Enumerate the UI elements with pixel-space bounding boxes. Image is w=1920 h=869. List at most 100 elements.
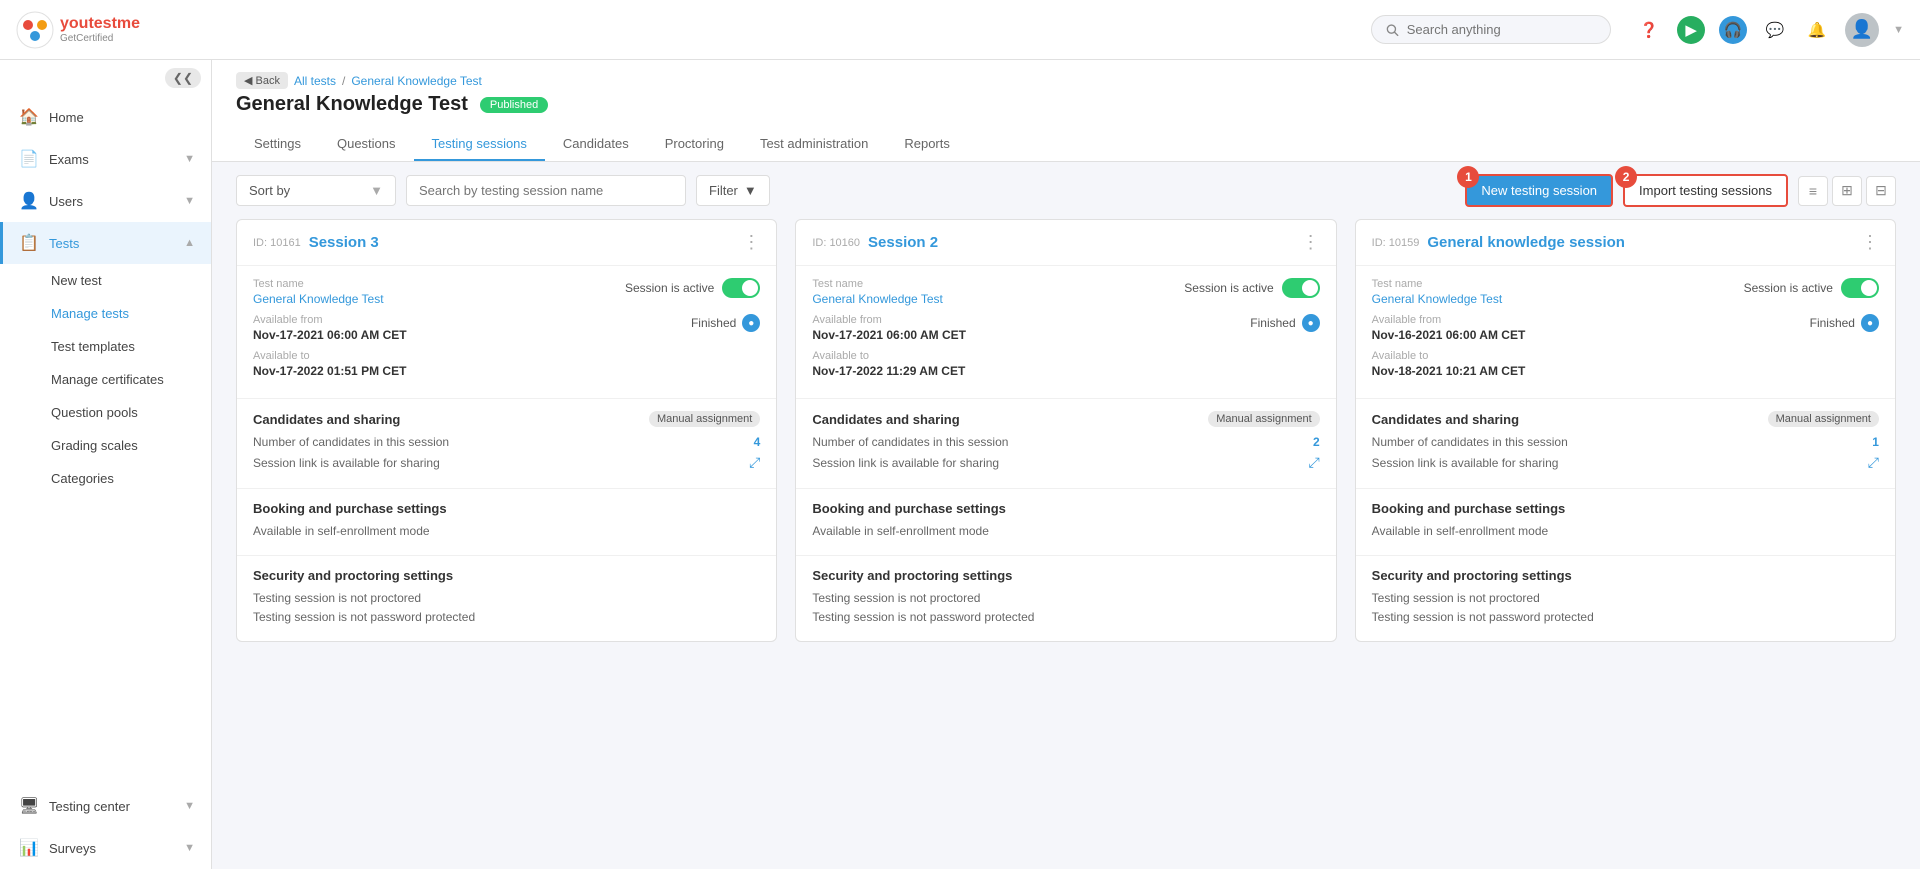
tab-test-administration[interactable]: Test administration (742, 128, 886, 161)
compact-view-button[interactable]: ⊟ (1866, 176, 1896, 206)
sidebar-item-testing-center[interactable]: 🖥 Testing center ▼ (0, 785, 211, 827)
sidebar-sub-manage-certificates[interactable]: Manage certificates (0, 363, 211, 396)
chevron-icon: ▲ (184, 237, 195, 249)
card-row-available-to-1: Available to Nov-17-2022 11:29 AM CET (812, 350, 1319, 378)
sidebar-item-label: Testing center (49, 799, 174, 814)
booking-section-0: Booking and purchase settings Available … (237, 488, 776, 555)
back-button[interactable]: ◀ Back (236, 72, 288, 89)
available-from-value-2: Nov-16-2021 06:00 AM CET (1372, 328, 1810, 342)
finished-row-1: Finished ● (1250, 314, 1319, 332)
filter-label: Filter (709, 183, 738, 198)
sidebar-item-tests[interactable]: 📋 Tests ▲ (0, 222, 211, 264)
import-testing-sessions-button[interactable]: 2 Import testing sessions (1623, 174, 1788, 207)
status-badge: Published (480, 97, 548, 113)
share-icon-2[interactable]: ⤢ (1868, 454, 1879, 471)
sidebar-sub-categories[interactable]: Categories (0, 462, 211, 495)
tab-reports[interactable]: Reports (886, 128, 968, 161)
play-icon[interactable]: ▶ (1677, 16, 1705, 44)
card-row-test-name-0: Test name General Knowledge Test Session… (253, 278, 760, 306)
session-active-toggle-0[interactable] (722, 278, 760, 298)
candidates-section-header-1: Candidates and sharing Manual assignment (812, 411, 1319, 427)
share-icon-0[interactable]: ⤢ (749, 454, 760, 471)
sidebar-sub-grading-scales[interactable]: Grading scales (0, 429, 211, 462)
tab-testing-sessions[interactable]: Testing sessions (414, 128, 545, 161)
share-icon-1[interactable]: ⤢ (1308, 454, 1319, 471)
manage-certificates-label: Manage certificates (51, 372, 164, 387)
tab-proctoring[interactable]: Proctoring (647, 128, 742, 161)
chevron-down-icon[interactable]: ▼ (1893, 24, 1904, 36)
candidates-label-0: Number of candidates in this session (253, 435, 449, 449)
tab-questions[interactable]: Questions (319, 128, 414, 161)
booking-section-header-0: Booking and purchase settings (253, 501, 760, 516)
session-active-toggle-1[interactable] (1282, 278, 1320, 298)
session-title-0[interactable]: Session 3 (309, 234, 735, 251)
bell-icon[interactable]: 🔔 (1803, 16, 1831, 44)
finished-dot-2: ● (1861, 314, 1879, 332)
breadcrumb-all-tests[interactable]: All tests (294, 74, 336, 88)
sidebar-item-exams[interactable]: 📄 Exams ▼ (0, 138, 211, 180)
tab-candidates[interactable]: Candidates (545, 128, 647, 161)
page-title-row: General Knowledge Test Published (236, 93, 1896, 116)
grid-view-button[interactable]: ⊞ (1832, 176, 1862, 206)
security-desc2-row-1: Testing session is not password protecte… (812, 610, 1319, 624)
help-icon[interactable]: ❓ (1635, 16, 1663, 44)
security-desc2-0: Testing session is not password protecte… (253, 610, 475, 624)
test-name-field-1: Test name General Knowledge Test (812, 278, 1184, 306)
sidebar-item-users[interactable]: 👤 Users ▼ (0, 180, 211, 222)
card-menu-icon-1[interactable]: ⋮ (1302, 232, 1320, 253)
sidebar-item-surveys[interactable]: 📊 Surveys ▼ (0, 827, 211, 869)
candidates-count-0: 4 (754, 435, 761, 449)
sidebar-sub-new-test[interactable]: New test (0, 264, 211, 297)
sidebar-sub-test-templates[interactable]: Test templates (0, 330, 211, 363)
candidates-section-header-2: Candidates and sharing Manual assignment (1372, 411, 1879, 427)
card-menu-icon-0[interactable]: ⋮ (742, 232, 760, 253)
grading-scales-label: Grading scales (51, 438, 138, 453)
filter-button[interactable]: Filter ▼ (696, 175, 770, 206)
card-header-2: ID: 10159 General knowledge session ⋮ (1356, 220, 1895, 266)
finished-label-2: Finished (1810, 316, 1855, 330)
session-active-toggle-2[interactable] (1841, 278, 1879, 298)
sidebar-sub-question-pools[interactable]: Question pools (0, 396, 211, 429)
page-tabs: Settings Questions Testing sessions Cand… (236, 128, 1896, 161)
available-to-field-2: Available to Nov-18-2021 10:21 AM CET (1372, 350, 1879, 378)
sidebar-sub-manage-tests[interactable]: Manage tests (0, 297, 211, 330)
session-id-0: ID: 10161 (253, 237, 301, 249)
sidebar-collapse-area: ❮❮ (0, 60, 211, 96)
security-desc2-row-2: Testing session is not password protecte… (1372, 610, 1879, 624)
new-test-label: New test (51, 273, 102, 288)
main-content: ◀ Back All tests / General Knowledge Tes… (212, 60, 1920, 869)
chevron-icon: ▼ (184, 153, 195, 165)
sidebar-item-label: Tests (49, 236, 174, 251)
available-from-value-1: Nov-17-2021 06:00 AM CET (812, 328, 1250, 342)
chat-icon[interactable]: 💬 (1761, 16, 1789, 44)
link-label-0: Session link is available for sharing (253, 456, 440, 470)
card-body-0: Test name General Knowledge Test Session… (237, 266, 776, 398)
headset-icon[interactable]: 🎧 (1719, 16, 1747, 44)
session-search-input[interactable] (406, 175, 686, 206)
test-name-value-2[interactable]: General Knowledge Test (1372, 292, 1744, 306)
booking-desc-2: Available in self-enrollment mode (1372, 524, 1549, 538)
sort-by-select[interactable]: Sort by ▼ (236, 175, 396, 206)
session-title-1[interactable]: Session 2 (868, 234, 1294, 251)
new-testing-session-button[interactable]: 1 New testing session (1465, 174, 1613, 207)
available-from-label-0: Available from (253, 314, 691, 326)
sidebar-item-home[interactable]: 🏠 Home (0, 96, 211, 138)
breadcrumb-current[interactable]: General Knowledge Test (351, 74, 482, 88)
search-input[interactable] (1407, 22, 1596, 37)
global-search-bar[interactable] (1371, 15, 1611, 44)
tab-settings[interactable]: Settings (236, 128, 319, 161)
sidebar-item-label: Home (49, 110, 195, 125)
manage-tests-label: Manage tests (51, 306, 129, 321)
link-label-1: Session link is available for sharing (812, 456, 999, 470)
sidebar-collapse-button[interactable]: ❮❮ (165, 68, 201, 88)
booking-section-title-0: Booking and purchase settings (253, 501, 447, 516)
card-header-0: ID: 10161 Session 3 ⋮ (237, 220, 776, 266)
test-name-value-1[interactable]: General Knowledge Test (812, 292, 1184, 306)
user-avatar[interactable]: 👤 (1845, 13, 1879, 47)
list-view-button[interactable]: ≡ (1798, 176, 1828, 206)
test-name-value-0[interactable]: General Knowledge Test (253, 292, 625, 306)
session-title-2[interactable]: General knowledge session (1427, 234, 1853, 251)
sidebar-item-label: Surveys (49, 841, 174, 856)
session-active-label-0: Session is active (625, 281, 714, 295)
card-menu-icon-2[interactable]: ⋮ (1861, 232, 1879, 253)
